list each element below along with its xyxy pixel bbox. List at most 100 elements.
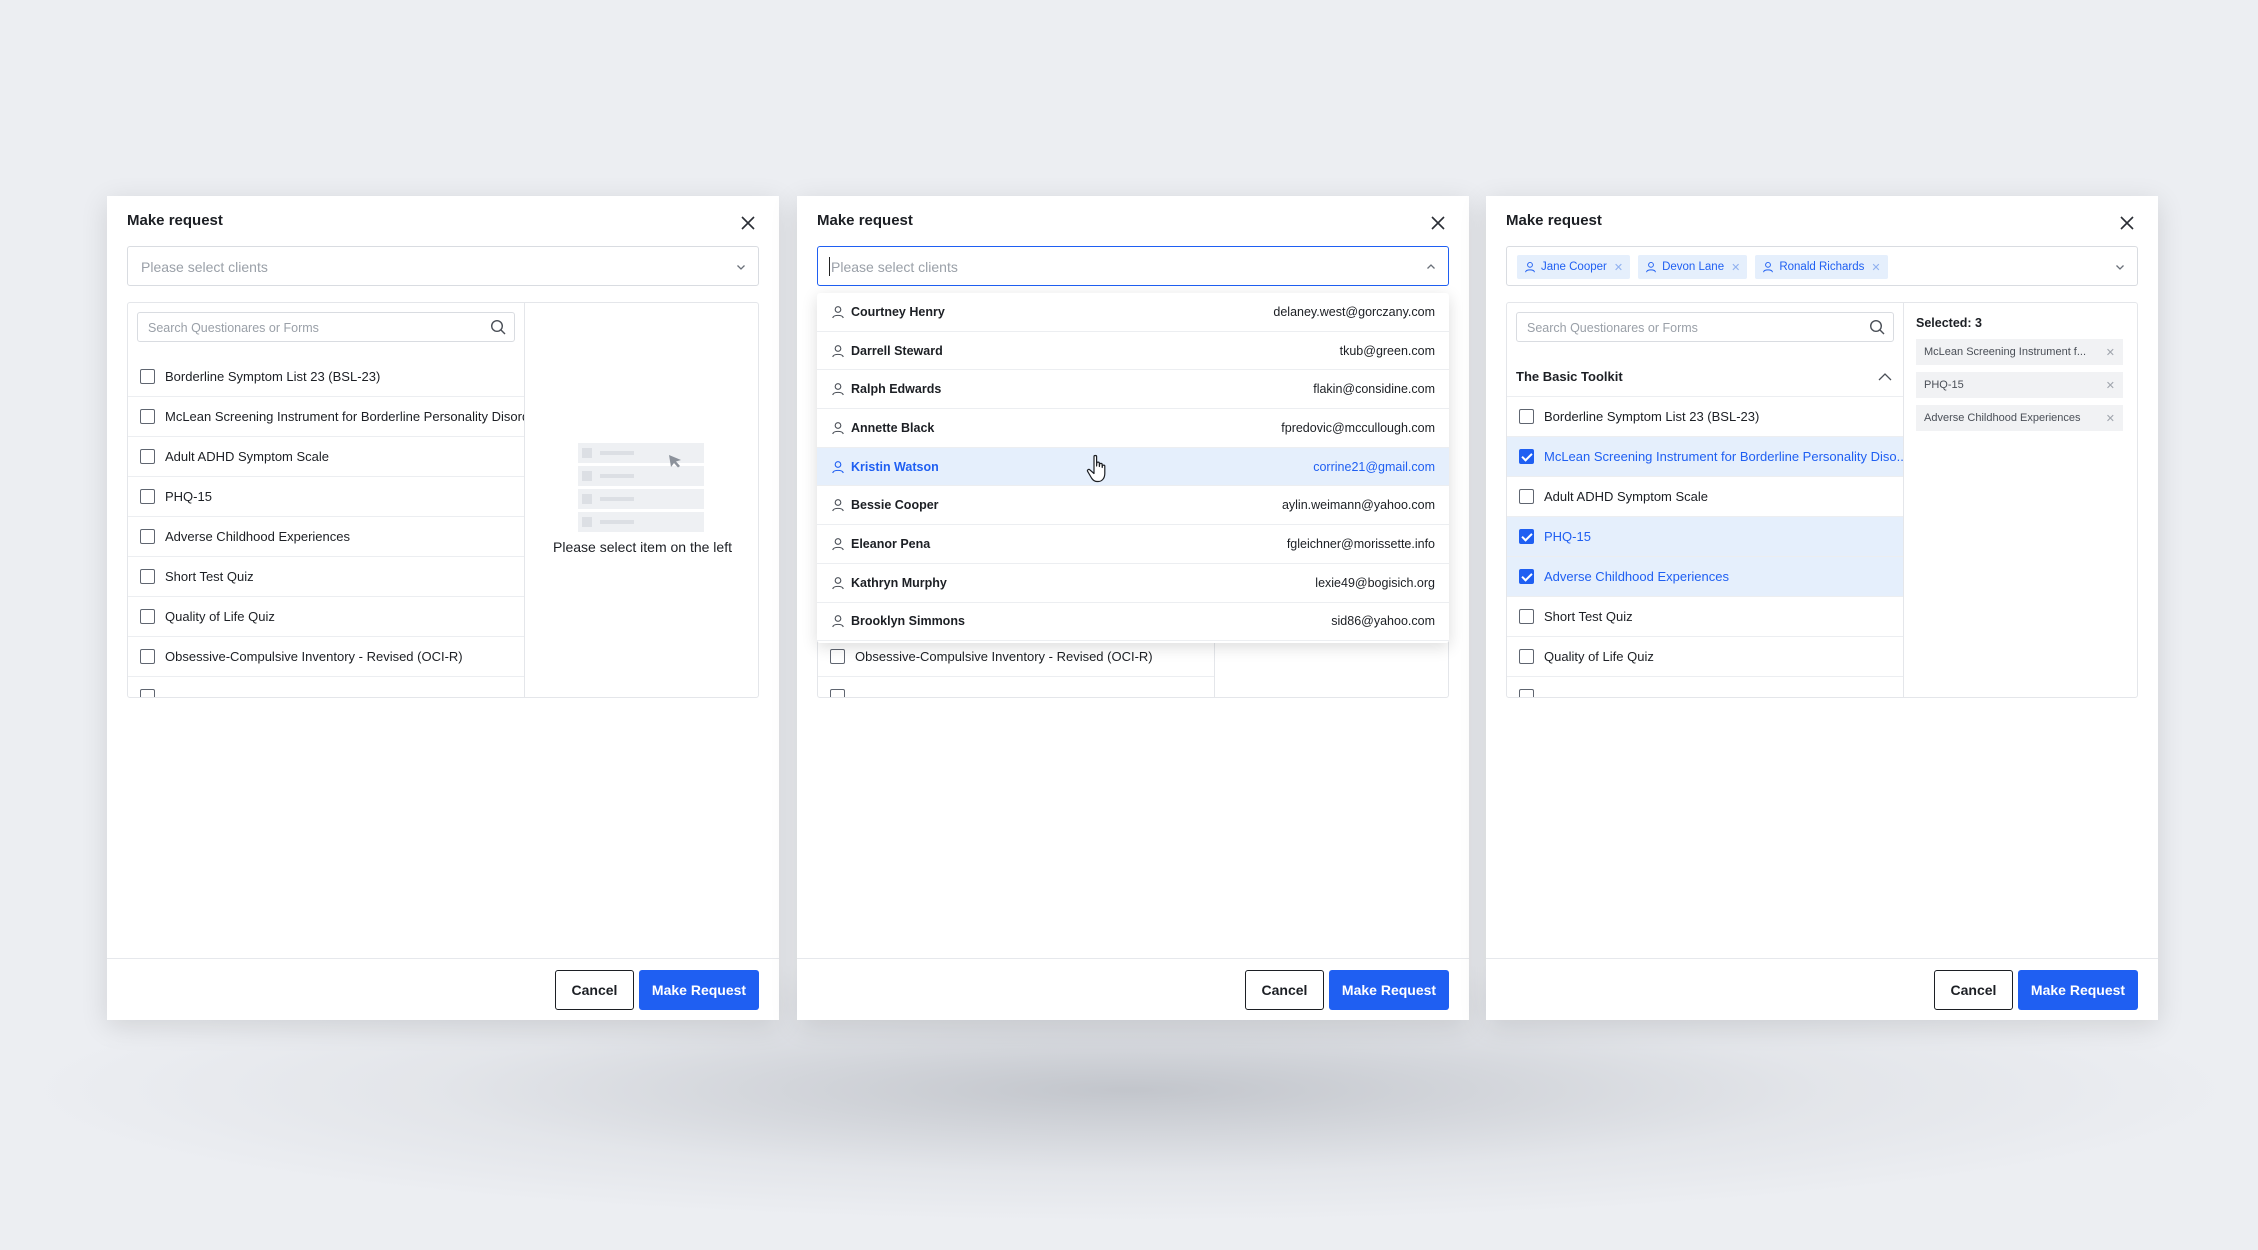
list-item[interactable]: Borderline Symptom List 23 (BSL-23) — [128, 357, 524, 397]
list-item[interactable]: Obsessive-Compulsive Inventory - Revised… — [128, 637, 524, 677]
modal-title: Make request — [1506, 212, 1602, 229]
make-request-button[interactable]: Make Request — [2018, 970, 2138, 1010]
footer-divider — [1486, 958, 2158, 959]
cancel-button[interactable]: Cancel — [1934, 970, 2013, 1010]
client-chip[interactable]: Jane Cooper ✕ — [1517, 255, 1631, 279]
questionnaire-panel: Search Questionares or Forms Borderline … — [127, 302, 759, 698]
search-placeholder: Search Questionares or Forms — [148, 321, 319, 335]
client-chip[interactable]: Devon Lane ✕ — [1638, 255, 1748, 279]
cancel-button[interactable]: Cancel — [555, 970, 634, 1010]
checkbox[interactable] — [1519, 409, 1534, 424]
client-select[interactable]: Please select clients — [817, 246, 1449, 286]
checkbox-checked[interactable] — [1519, 569, 1534, 584]
list-item[interactable]: Borderline Symptom List 23 (BSL-23) — [1507, 397, 1903, 437]
checkbox[interactable] — [140, 489, 155, 504]
toolkit-group-header[interactable]: The Basic Toolkit — [1507, 357, 1903, 397]
client-option-hovered[interactable]: Kristin Watson corrine21@gmail.com — [817, 447, 1449, 487]
client-option[interactable]: Bessie Cooper aylin.weimann@yahoo.com — [817, 486, 1449, 526]
checkbox-checked[interactable] — [1519, 449, 1534, 464]
remove-item-icon[interactable]: ✕ — [2106, 346, 2115, 359]
remove-chip-icon[interactable]: ✕ — [1614, 261, 1623, 274]
client-dropdown: Courtney Henry delaney.west@gorczany.com … — [817, 293, 1449, 643]
selected-client-chips: Jane Cooper ✕ Devon Lane ✕ Ronald Richards… — [1517, 255, 1888, 279]
close-icon[interactable] — [737, 212, 759, 234]
checkbox[interactable] — [1519, 489, 1534, 504]
checkbox[interactable] — [830, 649, 845, 664]
selected-item: McLean Screening Instrument f... ✕ — [1916, 339, 2123, 365]
questionnaire-list: Borderline Symptom List 23 (BSL-23) McLe… — [128, 357, 524, 697]
client-option[interactable]: Darrell Steward tkub@green.com — [817, 332, 1449, 371]
search-icon — [1869, 319, 1885, 335]
empty-state-text: Please select item on the left — [553, 539, 732, 555]
make-request-button[interactable]: Make Request — [1329, 970, 1449, 1010]
checkbox[interactable] — [140, 449, 155, 464]
client-option[interactable]: Ralph Edwards flakin@considine.com — [817, 370, 1449, 410]
client-option[interactable]: Annette Black fpredovic@mccullough.com — [817, 409, 1449, 448]
search-icon — [490, 319, 506, 335]
list-item[interactable]: Short Test Quiz — [128, 557, 524, 597]
remove-item-icon[interactable]: ✕ — [2106, 412, 2115, 425]
modal-title: Make request — [127, 212, 223, 229]
close-icon[interactable] — [2116, 212, 2138, 234]
client-option[interactable]: Eleanor Pena fgleichner@morissette.info — [817, 525, 1449, 564]
cancel-button[interactable]: Cancel — [1245, 970, 1324, 1010]
user-icon — [1525, 261, 1535, 273]
checkbox[interactable] — [1519, 609, 1534, 624]
user-icon — [1763, 261, 1774, 273]
footer-divider — [797, 958, 1469, 959]
toolkit-list: Borderline Symptom List 23 (BSL-23) McLe… — [1507, 397, 1903, 697]
list-item-partial[interactable] — [818, 677, 1214, 697]
remove-item-icon[interactable]: ✕ — [2106, 379, 2115, 392]
list-item[interactable]: Short Test Quiz — [1507, 597, 1903, 637]
checkbox[interactable] — [140, 409, 155, 424]
list-item[interactable]: PHQ-15 — [128, 477, 524, 517]
user-icon — [832, 615, 844, 628]
list-item-selected[interactable]: McLean Screening Instrument for Borderli… — [1507, 437, 1903, 477]
checkbox[interactable] — [140, 689, 155, 697]
client-select[interactable]: Please select clients — [127, 246, 759, 286]
user-icon — [832, 383, 844, 396]
checkbox[interactable] — [830, 689, 845, 697]
client-select[interactable]: Jane Cooper ✕ Devon Lane ✕ Ronald Richards… — [1506, 246, 2138, 286]
questionnaire-list-pane: Search Questionares or Forms The Basic T… — [1507, 303, 1904, 697]
user-icon — [1646, 261, 1657, 273]
remove-chip-icon[interactable]: ✕ — [1731, 261, 1740, 274]
close-icon[interactable] — [1427, 212, 1449, 234]
list-item[interactable]: Obsessive-Compulsive Inventory - Revised… — [818, 637, 1214, 677]
checkbox[interactable] — [1519, 649, 1534, 664]
checkbox-checked[interactable] — [1519, 529, 1534, 544]
chevron-up-icon[interactable] — [1877, 370, 1893, 384]
search-input[interactable]: Search Questionares or Forms — [1516, 312, 1894, 342]
client-option[interactable]: Brooklyn Simmons sid86@yahoo.com — [817, 603, 1449, 642]
checkbox[interactable] — [140, 369, 155, 384]
client-option[interactable]: Kathryn Murphy lexie49@bogisich.org — [817, 564, 1449, 603]
search-input[interactable]: Search Questionares or Forms — [137, 312, 515, 342]
user-icon — [832, 499, 844, 512]
empty-list-illustration — [578, 443, 704, 532]
checkbox[interactable] — [140, 569, 155, 584]
list-item[interactable]: Quality of Life Quiz — [1507, 637, 1903, 677]
list-item[interactable]: Quality of Life Quiz — [128, 597, 524, 637]
client-option[interactable]: Courtney Henry delaney.west@gorczany.com — [817, 293, 1449, 332]
list-item-partial[interactable] — [1507, 677, 1903, 697]
chevron-down-icon — [2116, 265, 2124, 270]
make-request-button[interactable]: Make Request — [639, 970, 759, 1010]
list-item[interactable]: Adult ADHD Symptom Scale — [128, 437, 524, 477]
make-request-modal-client-dropdown: Make request Please select clients Obses… — [797, 196, 1469, 1020]
list-item[interactable]: McLean Screening Instrument for Borderli… — [128, 397, 524, 437]
client-chip[interactable]: Ronald Richards ✕ — [1755, 255, 1888, 279]
list-item-selected[interactable]: Adverse Childhood Experiences — [1507, 557, 1903, 597]
checkbox[interactable] — [140, 609, 155, 624]
user-icon — [832, 344, 844, 357]
list-item[interactable]: Adverse Childhood Experiences — [128, 517, 524, 557]
checkbox[interactable] — [140, 529, 155, 544]
user-icon — [832, 422, 844, 435]
list-item-selected[interactable]: PHQ-15 — [1507, 517, 1903, 557]
make-request-modal-selected: Make request Jane Cooper ✕ Devon Lane ✕ Ro… — [1486, 196, 2158, 1020]
list-item[interactable]: Adult ADHD Symptom Scale — [1507, 477, 1903, 517]
checkbox[interactable] — [1519, 689, 1534, 697]
remove-chip-icon[interactable]: ✕ — [1871, 261, 1880, 274]
checkbox[interactable] — [140, 649, 155, 664]
chevron-down-icon — [737, 265, 745, 270]
list-item-partial[interactable] — [128, 677, 524, 697]
